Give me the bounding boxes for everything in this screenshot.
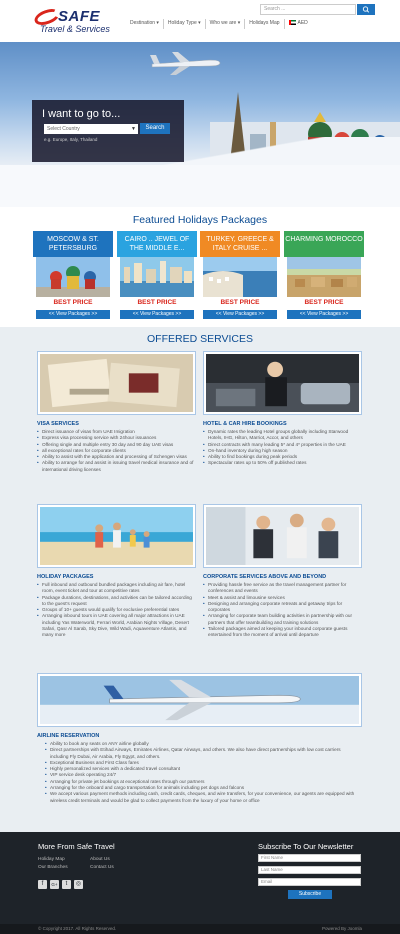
nav-holidays-map[interactable]: Holidays Map [245,19,285,29]
airline-reservation-title: AIRLINE RESERVATION [37,733,100,739]
first-name-field[interactable]: First Name [258,854,361,862]
search-hint: e.g. Europe, Italy, Thailand [44,137,98,142]
holiday-packages-list: Full inbound and outbound bundled packag… [37,582,197,639]
offered-services-section: OFFERED SERVICES VISA SERVICES Direct is… [0,327,400,832]
logo-subtitle: Travel & Services [40,24,110,34]
country-select-value: Select Country [47,126,80,132]
package-price: BEST PRICE [304,299,344,306]
nav-destination[interactable]: Destination ▾ [126,19,164,29]
holiday-packages-title: HOLIDAY PACKAGES [37,574,94,580]
copyright-text: © Copyright 2017. All Rights Reserved. [38,926,117,931]
package-card-cairo[interactable]: CAIRO .. JEWEL OF THE MIDDLE E... BEST P… [117,231,197,323]
view-packages-link[interactable]: << View Packages >> [120,310,194,319]
corporate-services-title: CORPORATE SERVICES ABOVE AND BEYOND [203,574,327,580]
logo[interactable]: SAFE Travel & Services [32,5,120,38]
subscribe-button[interactable]: Subscribe [288,890,332,899]
list-item: Package durations, destinations, and act… [37,595,197,608]
chevron-down-icon: ▼ [131,126,136,132]
featured-packages-section: Featured Holidays Packages MOSCOW & ST. … [0,207,400,327]
hotel-car-title: HOTEL & CAR HIRE BOOKINGS [203,421,287,427]
package-price: BEST PRICE [137,299,177,306]
powered-by-link[interactable]: Powered By Joomla [322,926,362,931]
nav-who-we-are[interactable]: Who we are ▾ [206,19,246,29]
corporate-services-list: Providing hassle free service as the tra… [203,582,363,639]
uae-flag-icon [288,20,296,26]
email-field[interactable]: Email [258,878,361,886]
package-image-cairo [120,257,194,297]
offered-title: OFFERED SERVICES [147,333,253,345]
package-title: CHARMING MOROCCO [284,231,364,257]
corporate-services-image [203,504,362,568]
package-title: TURKEY, GREECE & ITALY CRUISE ... [200,231,280,257]
list-item: Arranging for corporate team building ac… [203,613,363,626]
airplane-illustration [150,52,221,75]
list-item: Dynamic rates the leading Hotel groups g… [203,429,363,442]
google-plus-icon[interactable]: G+ [50,880,59,889]
nav-holiday-type[interactable]: Holiday Type ▾ [164,19,206,29]
package-price: BEST PRICE [220,299,260,306]
holiday-packages-image [37,504,196,568]
package-card-moscow[interactable]: MOSCOW & ST. PETERSBURG BEST PRICE << Vi… [33,231,113,323]
footer-link-holiday-map[interactable]: Holiday Map [38,857,65,862]
airline-reservation-image [37,673,362,727]
destination-search-panel: I want to go to... Select Country ▼ Sear… [32,100,184,162]
package-image-morocco [287,257,361,297]
logo-name: SAFE [58,8,101,25]
footer-link-our-branches[interactable]: Our Branches [38,865,68,870]
footer-bottom-bar: © Copyright 2017. All Rights Reserved. P… [0,924,400,934]
visa-services-image [37,351,196,415]
package-image-moscow [36,257,110,297]
list-item: Full inbound and outbound bundled packag… [37,582,197,595]
package-title: CAIRO .. JEWEL OF THE MIDDLE E... [117,231,197,257]
list-item: We accept various payment methods includ… [45,791,360,804]
instagram-icon[interactable]: ◎ [74,880,83,889]
twitter-icon[interactable]: t [62,880,71,889]
airline-reservation-list: Ability to book any seats on ANY airline… [45,741,360,804]
newsletter-title: Subscribe To Our Newsletter [258,842,354,851]
hotel-car-image [203,351,362,415]
hotel-car-list: Dynamic rates the leading Hotel groups g… [203,429,363,467]
list-item: Providing hassle free service as the tra… [203,582,363,595]
footer-link-contact-us[interactable]: Contact Us [90,865,114,870]
list-item: Ability to arrange for and assist in iss… [37,460,197,473]
main-nav: Destination ▾ Holiday Type ▾ Who we are … [126,19,312,29]
list-item: Tailored packages aimed at keeping your … [203,626,363,639]
package-title: MOSCOW & ST. PETERSBURG [33,231,113,257]
site-search-button[interactable] [357,4,375,15]
view-packages-link[interactable]: << View Packages >> [203,310,277,319]
package-card-turkey-cruise[interactable]: TURKEY, GREECE & ITALY CRUISE ... BEST P… [200,231,280,323]
package-price: BEST PRICE [53,299,93,306]
list-item: Spectacular rates up to 50% off publishe… [203,460,363,467]
facebook-icon[interactable]: f [38,880,47,889]
nav-currency[interactable]: AED [285,19,312,29]
currency-label: AED [297,20,308,26]
search-icon [362,6,370,13]
footer-link-about-us[interactable]: About Us [90,857,110,862]
featured-title: Featured Holidays Packages [132,214,268,226]
last-name-field[interactable]: Last Name [258,866,361,874]
hero-banner: I want to go to... Select Country ▼ Sear… [0,42,400,207]
site-search-input[interactable]: Search ... [260,4,356,15]
destination-search-button[interactable]: Search [140,123,170,134]
site-footer: More From Safe Travel Holiday Map Our Br… [0,832,400,924]
view-packages-link[interactable]: << View Packages >> [36,310,110,319]
list-item: Designing and arranging corporate retrea… [203,601,363,614]
country-select[interactable]: Select Country ▼ [44,124,138,134]
more-from-title: More From Safe Travel [38,842,115,851]
list-item: Arranging inbound tours in UAE covering … [37,613,197,638]
visa-services-title: VISA SERVICES [37,421,79,427]
package-card-morocco[interactable]: CHARMING MOROCCO BEST PRICE << View Pack… [284,231,364,323]
package-image-cruise [203,257,277,297]
list-item: Direct partnerships with Etihad Airways,… [45,747,360,760]
visa-services-list: Direct issuance of visas from UAE Imigra… [37,429,197,473]
search-panel-title: I want to go to... [42,108,121,120]
site-header: SAFE Travel & Services Search ... Destin… [0,0,400,42]
view-packages-link[interactable]: << View Packages >> [287,310,361,319]
